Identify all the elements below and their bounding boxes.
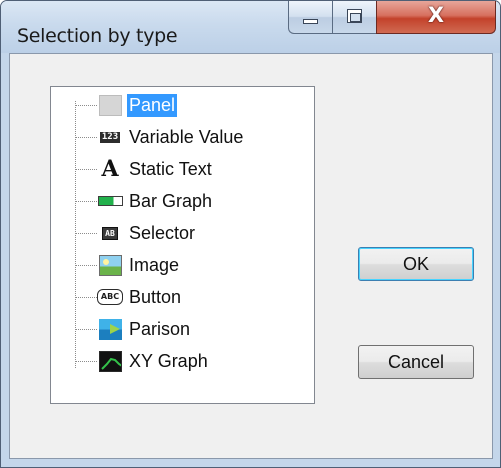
xy-graph-icon (97, 350, 123, 372)
tree-item-label: Static Text (129, 158, 212, 179)
caption-buttons: X (288, 1, 496, 34)
tree-item-label: Panel (127, 93, 178, 117)
cancel-button[interactable]: Cancel (358, 345, 474, 379)
tree-item-label: Parison (129, 318, 191, 339)
tree-item-selector[interactable]: AB Selector (75, 217, 310, 249)
close-button[interactable]: X (376, 1, 496, 34)
tree-item-parison[interactable]: Parison (75, 313, 310, 345)
dialog-window: Selection by type X Panel 123 Variable V… (0, 0, 501, 468)
tree-item-label: XY Graph (129, 350, 208, 371)
ok-button[interactable]: OK (358, 247, 474, 281)
tree-item-label: Bar Graph (129, 190, 213, 211)
minimize-icon (303, 19, 318, 24)
tree-item-panel[interactable]: Panel (75, 89, 310, 121)
window-title: Selection by type (17, 25, 178, 47)
tree-item-label: Variable Value (129, 126, 244, 147)
tree-item-button[interactable]: ABC Button (75, 281, 310, 313)
tree-item-label: Selector (129, 222, 196, 243)
tree-item-static-text[interactable]: A Static Text (75, 153, 310, 185)
tree-item-variable-value[interactable]: 123 Variable Value (75, 121, 310, 153)
title-bar[interactable]: Selection by type X (1, 1, 500, 53)
bar-graph-icon (97, 190, 123, 212)
image-icon (97, 254, 123, 276)
tree-item-bar-graph[interactable]: Bar Graph (75, 185, 310, 217)
selector-icon: AB (97, 222, 123, 244)
maximize-button[interactable] (332, 1, 376, 34)
tree-item-image[interactable]: Image (75, 249, 310, 281)
tree-item-label: Image (129, 254, 180, 275)
button-icon: ABC (96, 286, 124, 308)
close-icon: X (427, 3, 445, 27)
tree-item-xy-graph[interactable]: XY Graph (75, 345, 310, 377)
variable-value-icon: 123 (99, 131, 121, 143)
parison-icon (97, 318, 123, 340)
maximize-icon (347, 9, 362, 23)
panel-icon (97, 94, 123, 116)
minimize-button[interactable] (288, 1, 332, 34)
dialog-client-area: Panel 123 Variable Value A Static Text B… (9, 53, 493, 459)
tree-item-label: Button (129, 286, 182, 307)
static-text-icon: A (101, 156, 119, 182)
type-tree[interactable]: Panel 123 Variable Value A Static Text B… (50, 86, 315, 404)
